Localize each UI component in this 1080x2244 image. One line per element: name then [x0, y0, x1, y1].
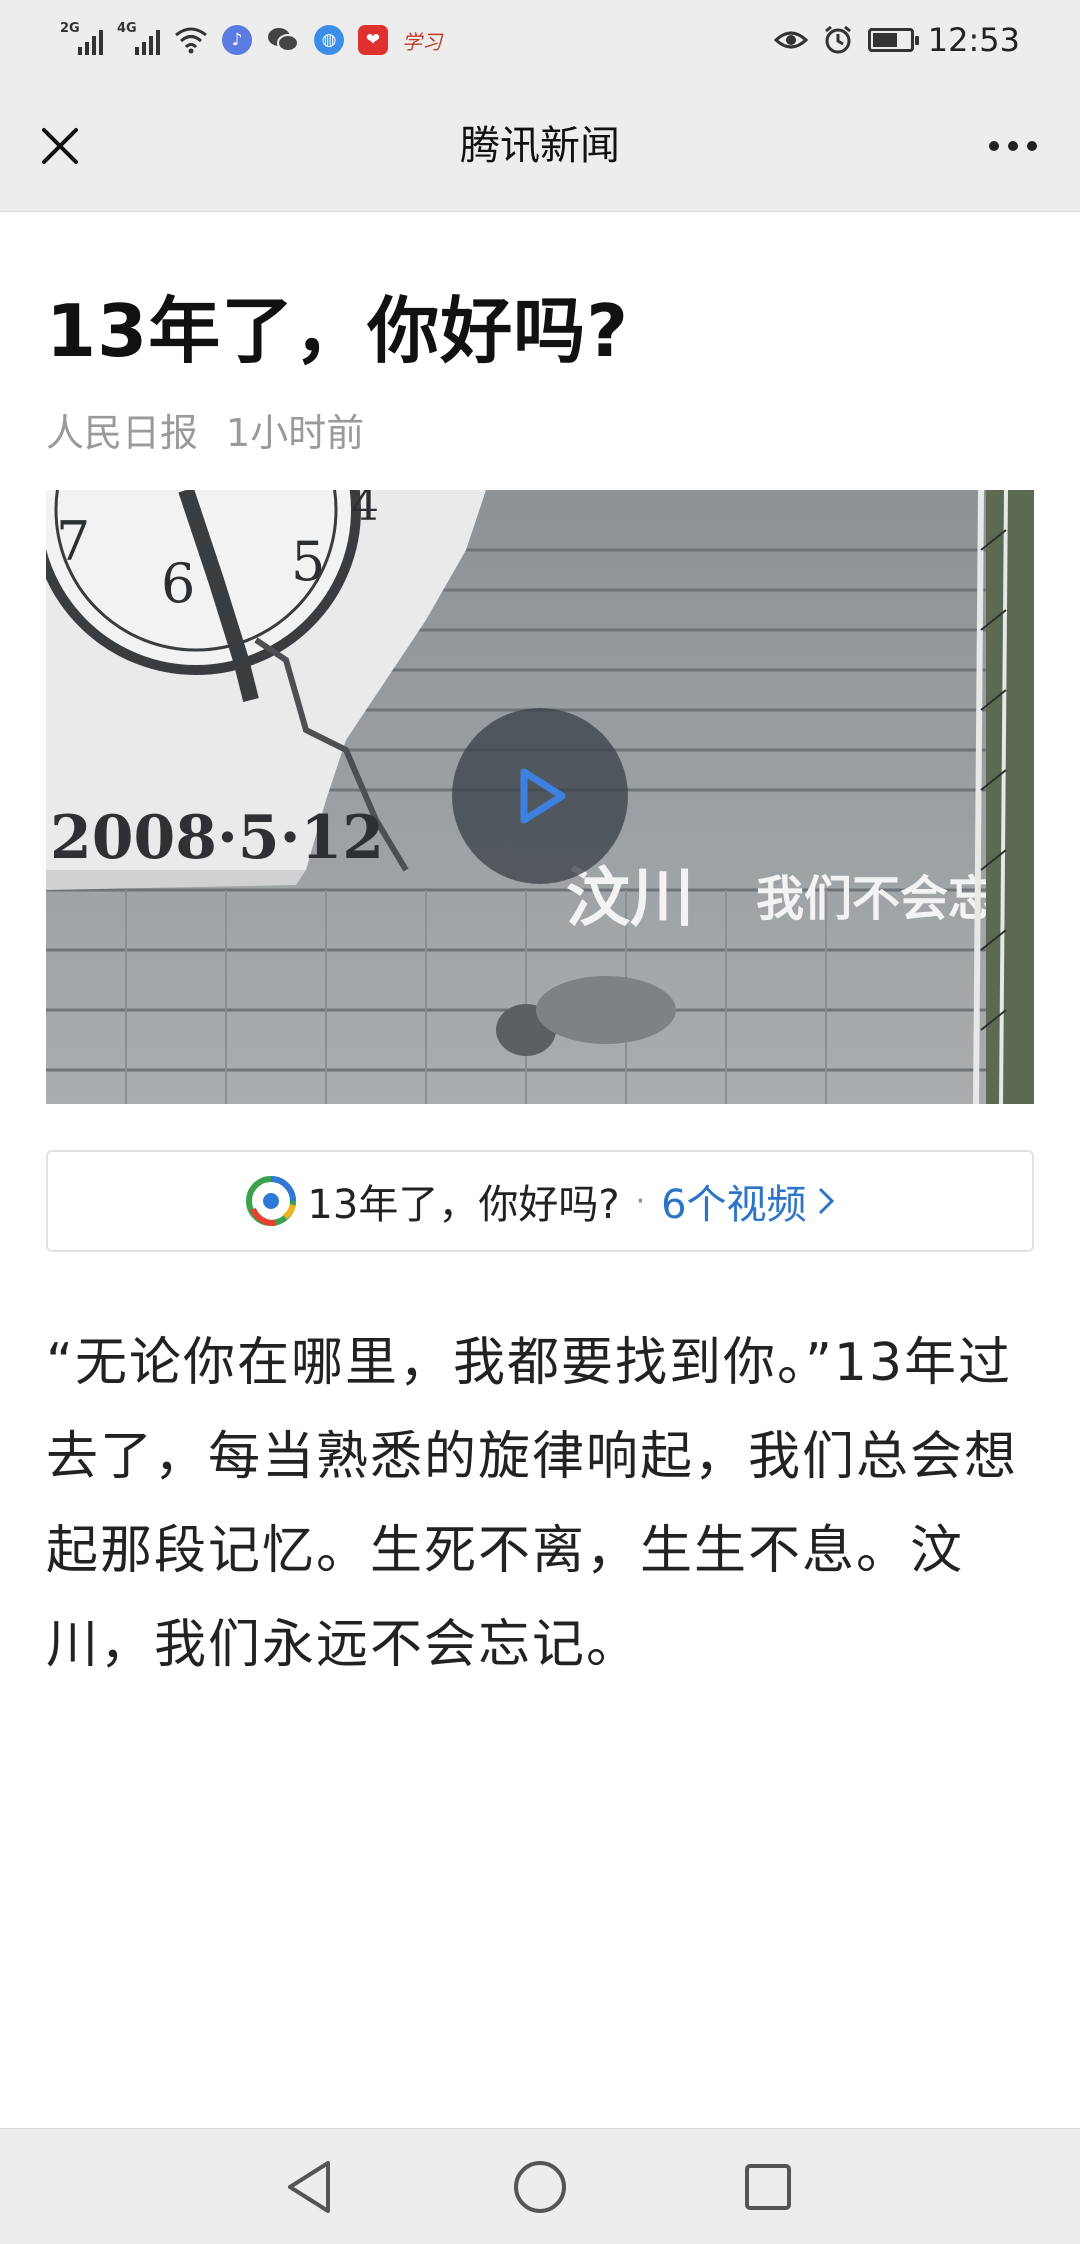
- more-button[interactable]: [978, 116, 1048, 176]
- status-time: 12:53: [927, 21, 1020, 59]
- recents-icon: [745, 2164, 791, 2210]
- video-date-text: 2008·5·12: [50, 803, 384, 873]
- more-dots-icon: [1027, 141, 1037, 151]
- browser-icon: ◍: [314, 25, 344, 55]
- recents-button[interactable]: [738, 2157, 798, 2217]
- alarm-icon: [824, 25, 851, 54]
- battery-icon: [867, 28, 919, 52]
- page-title: 腾讯新闻: [460, 123, 620, 169]
- svg-text:4: 4: [351, 490, 379, 531]
- article-source[interactable]: 人民日报: [46, 402, 198, 457]
- app-red-icon: ❤: [358, 25, 388, 55]
- home-button[interactable]: [510, 2157, 570, 2217]
- article-meta: 人民日报 1小时前: [46, 402, 364, 457]
- status-bar: 2G 4G ♪ ◍ ❤ 学习 12:53: [0, 0, 1080, 80]
- wechat-icon: [268, 28, 299, 52]
- status-left: 2G 4G ♪ ◍ ❤ 学习: [60, 21, 442, 55]
- eye-icon: [773, 31, 808, 49]
- video-player[interactable]: 7 6 5 4 2008·5·12 汶川 我们不会忘: [46, 490, 1034, 1104]
- nav-bar: 腾讯新闻: [0, 80, 1080, 212]
- study-icon: 学习: [402, 29, 442, 54]
- tencent-news-logo: [246, 1176, 297, 1227]
- wifi-icon: [175, 27, 207, 54]
- card-separator: ·: [635, 1183, 646, 1219]
- card-title: 13年了，你好吗?: [307, 1182, 620, 1228]
- article-time: 1小时前: [226, 411, 365, 455]
- article-body: “无论你在哪里，我都要找到你。”13年过去了，每当熟悉的旋律响起，我们总会想起那…: [46, 1333, 1019, 1675]
- signal-4g-label: 4G: [117, 21, 137, 36]
- svg-text:5: 5: [291, 530, 325, 593]
- signal-4g-icon: 4G: [117, 21, 160, 55]
- more-dots-icon: [1008, 141, 1018, 151]
- home-icon: [514, 2161, 566, 2213]
- video-count-link[interactable]: 6个视频: [661, 1172, 834, 1230]
- signal-2g-icon: 2G: [60, 21, 103, 55]
- status-right: 12:53: [773, 21, 1020, 59]
- video-collection-card[interactable]: 13年了，你好吗? · 6个视频: [46, 1150, 1034, 1252]
- signal-2g-label: 2G: [60, 21, 80, 36]
- music-icon: ♪: [222, 25, 252, 55]
- video-caption-sub: 我们不会忘: [756, 871, 996, 927]
- chevron-right-icon: [818, 1187, 834, 1215]
- play-icon: [520, 768, 566, 824]
- play-button[interactable]: [452, 708, 628, 884]
- system-nav-bar: [0, 2128, 1080, 2244]
- more-dots-icon: [989, 141, 999, 151]
- article-title: 13年了，你好吗?: [46, 289, 629, 373]
- video-count-label: 6个视频: [661, 1182, 807, 1228]
- back-button[interactable]: [280, 2157, 340, 2217]
- video-caption-main: 汶川: [566, 861, 694, 936]
- svg-text:7: 7: [56, 510, 90, 573]
- back-icon: [288, 2161, 330, 2213]
- svg-text:6: 6: [161, 552, 195, 615]
